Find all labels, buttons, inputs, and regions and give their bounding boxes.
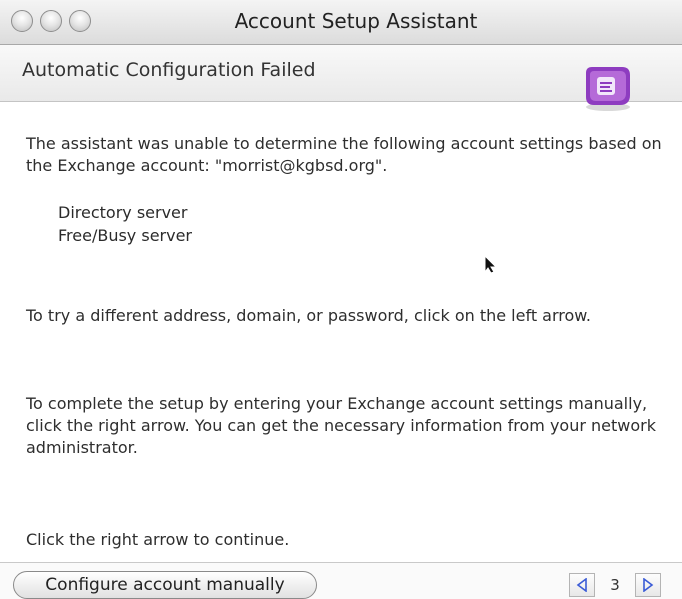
back-arrow-button[interactable] — [569, 573, 595, 597]
page-number: 3 — [610, 576, 620, 594]
window-titlebar: Account Setup Assistant — [0, 0, 682, 45]
step-title: Automatic Configuration Failed — [22, 59, 316, 81]
right-arrow-icon — [643, 578, 654, 592]
list-item: Free/Busy server — [58, 226, 192, 245]
continue-text: Click the right arrow to continue. — [26, 530, 290, 549]
footer: Configure account manually 3 — [0, 562, 682, 599]
step-header: Automatic Configuration Failed — [0, 45, 682, 111]
try-different-text: To try a different address, domain, or p… — [26, 306, 591, 325]
page-navigation: 3 — [569, 573, 669, 597]
mouse-pointer-icon — [484, 254, 498, 274]
intro-text: The assistant was unable to determine th… — [26, 134, 662, 175]
forward-arrow-button[interactable] — [635, 573, 661, 597]
list-item: Directory server — [58, 203, 188, 222]
configure-manually-button[interactable]: Configure account manually — [13, 571, 317, 599]
manual-setup-text: To complete the setup by entering your E… — [26, 394, 656, 457]
left-arrow-icon — [576, 578, 587, 592]
window-title: Account Setup Assistant — [234, 9, 478, 33]
entourage-app-icon — [586, 67, 630, 111]
missing-settings-list: Directory server Free/Busy server — [58, 201, 192, 247]
